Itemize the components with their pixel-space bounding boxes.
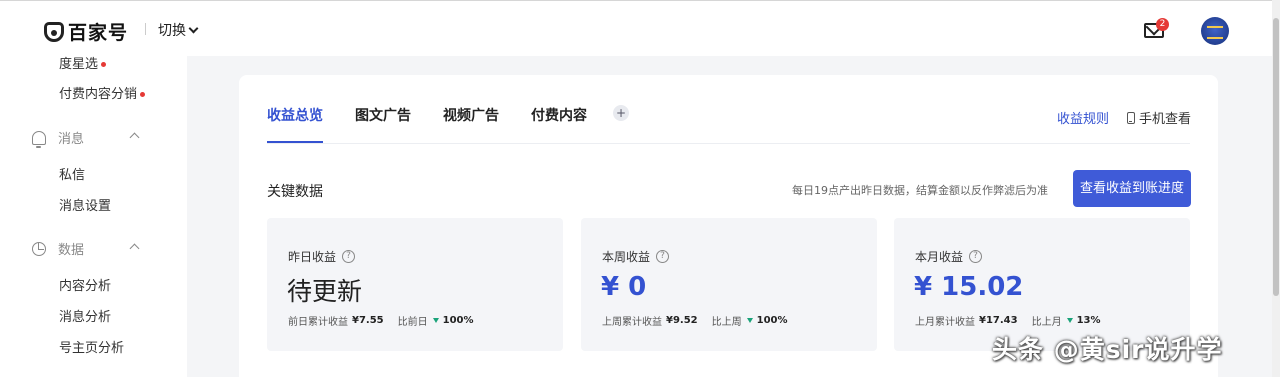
sidebar-item-label: 付费内容分销 — [59, 87, 138, 102]
logo-icon — [44, 21, 64, 42]
avatar[interactable] — [1201, 17, 1229, 45]
sidebar-group-data[interactable]: 数据 — [32, 239, 84, 258]
page-scrollbar[interactable] — [1272, 0, 1280, 377]
chevron-up-icon[interactable] — [129, 243, 140, 254]
trend-down-icon — [432, 318, 439, 323]
view-payout-progress-button[interactable]: 查看收益到账进度 — [1073, 170, 1191, 207]
sidebar-item-duxingxuan[interactable]: 度星选 — [59, 53, 107, 72]
stat-foot-label: 上月累计收益 — [915, 317, 975, 328]
tab-divider — [267, 143, 1190, 144]
mail-badge: 2 — [1156, 18, 1169, 31]
stat-foot-label: 前日累计收益 — [288, 317, 348, 328]
baijiahao-logo[interactable]: 百家号 — [44, 18, 128, 45]
stat-card-this-week: 本周收益 ? ¥ 0 上周累计收益 ¥9.52 比上周 100% — [581, 218, 877, 351]
key-data-note: 每日19点产出昨日数据，结算金额以反作弊滤后为准 — [792, 184, 1048, 197]
scrollbar-thumb[interactable] — [1273, 18, 1279, 296]
sidebar-item-homepage-analysis[interactable]: 号主页分析 — [59, 337, 124, 356]
add-tab-icon[interactable]: + — [613, 105, 629, 121]
stat-foot-value: ¥9.52 — [666, 315, 698, 326]
key-data-title: 关键数据 — [267, 184, 323, 200]
sidebar-item-label: 号主页分析 — [59, 341, 125, 356]
stat-value: 待更新 — [287, 277, 363, 306]
help-icon[interactable]: ? — [342, 250, 356, 263]
stat-compare-value: 100% — [442, 315, 474, 326]
phone-view-label: 手机查看 — [1139, 112, 1192, 127]
stat-label-text: 本周收益 — [602, 250, 651, 264]
sidebar-item-paid-distribution[interactable]: 付费内容分销 — [59, 83, 146, 102]
switch-label: 切换 — [158, 23, 186, 39]
sidebar-item-message-settings[interactable]: 消息设置 — [59, 195, 111, 214]
stat-value: ¥ 15.02 — [914, 272, 1024, 302]
stat-footer: 上月累计收益 ¥17.43 比上月 13% — [915, 313, 1101, 328]
notification-dot — [140, 92, 146, 97]
chevron-up-icon[interactable] — [129, 132, 140, 143]
trend-down-icon — [1066, 318, 1073, 323]
watermark: 头条 @黄sir说升学 — [992, 335, 1223, 364]
sidebar-item-label: 私信 — [59, 168, 86, 183]
tab-article-ads[interactable]: 图文广告 — [355, 105, 411, 135]
stat-label: 本周收益 ? — [602, 248, 670, 265]
notification-dot — [101, 62, 107, 67]
stat-label: 昨日收益 ? — [288, 248, 356, 265]
top-bar: 百家号 切换 2 — [0, 0, 1272, 56]
bell-icon — [32, 130, 46, 148]
sidebar-item-private-message[interactable]: 私信 — [59, 164, 85, 183]
stat-foot-value: ¥7.55 — [352, 315, 384, 326]
stat-compare-value: 13% — [1076, 315, 1101, 326]
stat-compare-value: 100% — [756, 315, 788, 326]
sidebar-item-label: 消息分析 — [59, 310, 112, 325]
help-icon[interactable]: ? — [656, 250, 670, 263]
sidebar-item-content-analysis[interactable]: 内容分析 — [59, 275, 111, 294]
chevron-down-icon — [188, 23, 199, 33]
stat-foot-value: ¥17.43 — [979, 315, 1018, 326]
stat-foot-label: 上周累计收益 — [602, 317, 662, 328]
sidebar-item-label: 内容分析 — [59, 279, 112, 294]
stat-label: 本月收益 ? — [915, 248, 983, 265]
stat-compare-label: 比上周 — [711, 317, 742, 328]
stat-footer: 上周累计收益 ¥9.52 比上周 100% — [602, 313, 788, 328]
logo-text: 百家号 — [68, 22, 129, 44]
trend-down-icon — [746, 318, 753, 323]
stat-value: ¥ 0 — [601, 272, 647, 302]
earnings-rules-link[interactable]: 收益规则 — [1057, 108, 1109, 127]
sidebar-group-label: 消息 — [58, 132, 85, 147]
stat-label-text: 昨日收益 — [288, 250, 337, 264]
sidebar-group-label: 数据 — [58, 243, 85, 258]
sidebar-item-label: 度星选 — [59, 57, 99, 72]
stat-footer: 前日累计收益 ¥7.55 比前日 100% — [288, 313, 474, 328]
pie-chart-icon — [32, 241, 46, 256]
tab-paid-content[interactable]: 付费内容 — [531, 105, 587, 135]
divider — [145, 23, 146, 35]
phone-icon — [1127, 111, 1135, 124]
stat-compare-label: 比前日 — [397, 317, 428, 328]
phone-view-button[interactable]: 手机查看 — [1127, 108, 1191, 127]
tab-earnings-overview[interactable]: 收益总览 — [267, 105, 323, 143]
sidebar-group-messages[interactable]: 消息 — [32, 128, 85, 148]
earnings-tabs: 收益总览 图文广告 视频广告 付费内容 — [267, 105, 587, 143]
stat-card-yesterday: 昨日收益 ? 待更新 前日累计收益 ¥7.55 比前日 100% — [267, 218, 563, 351]
sidebar: 度星选 付费内容分销 消息 私信 消息设置 数据 内容分析 消息分析 号主页分析 — [0, 56, 187, 377]
stat-compare-label: 比上月 — [1031, 317, 1062, 328]
tab-video-ads[interactable]: 视频广告 — [443, 105, 499, 135]
stat-label-text: 本月收益 — [915, 250, 964, 264]
sidebar-item-label: 消息设置 — [59, 199, 112, 214]
help-icon[interactable]: ? — [969, 250, 983, 263]
sidebar-item-message-analysis[interactable]: 消息分析 — [59, 306, 111, 325]
switch-account-dropdown[interactable]: 切换 — [158, 20, 199, 40]
